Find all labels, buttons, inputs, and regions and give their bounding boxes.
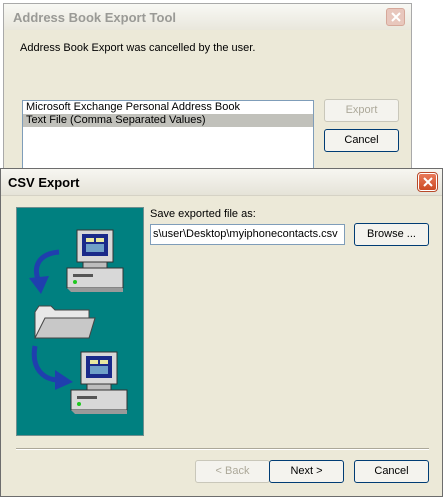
close-button[interactable]: [386, 8, 405, 26]
address-book-export-titlebar: Address Book Export Tool: [4, 4, 411, 30]
address-book-export-window: Address Book Export Tool Address Book Ex…: [3, 3, 412, 181]
folder-icon: [33, 304, 97, 343]
arrow-down-icon: [23, 248, 63, 301]
divider: [16, 448, 429, 450]
browse-button[interactable]: Browse ...: [354, 223, 429, 246]
window-title: CSV Export: [8, 175, 80, 190]
next-button[interactable]: Next >: [269, 460, 344, 483]
list-item[interactable]: Text File (Comma Separated Values): [23, 114, 313, 127]
cancel-message: Address Book Export was cancelled by the…: [20, 42, 256, 54]
cancel-button[interactable]: Cancel: [324, 129, 399, 152]
export-format-list[interactable]: Microsoft Exchange Personal Address Book…: [22, 100, 314, 170]
file-path-field[interactable]: s\user\Desktop\myiphonecontacts.csv: [150, 224, 345, 245]
export-button[interactable]: Export: [324, 99, 399, 122]
computer-icon: [65, 228, 125, 295]
cancel-button[interactable]: Cancel: [354, 460, 429, 483]
save-file-label: Save exported file as:: [150, 208, 256, 220]
window-title: Address Book Export Tool: [13, 10, 176, 25]
list-item[interactable]: Microsoft Exchange Personal Address Book: [23, 101, 313, 114]
back-button[interactable]: < Back: [195, 460, 270, 483]
csv-export-titlebar: CSV Export: [1, 169, 442, 196]
computer-icon: [69, 350, 129, 417]
close-button[interactable]: [417, 172, 438, 192]
export-illustration: [16, 207, 144, 436]
csv-export-window: CSV Export Save exported file as: s\user…: [0, 168, 443, 497]
